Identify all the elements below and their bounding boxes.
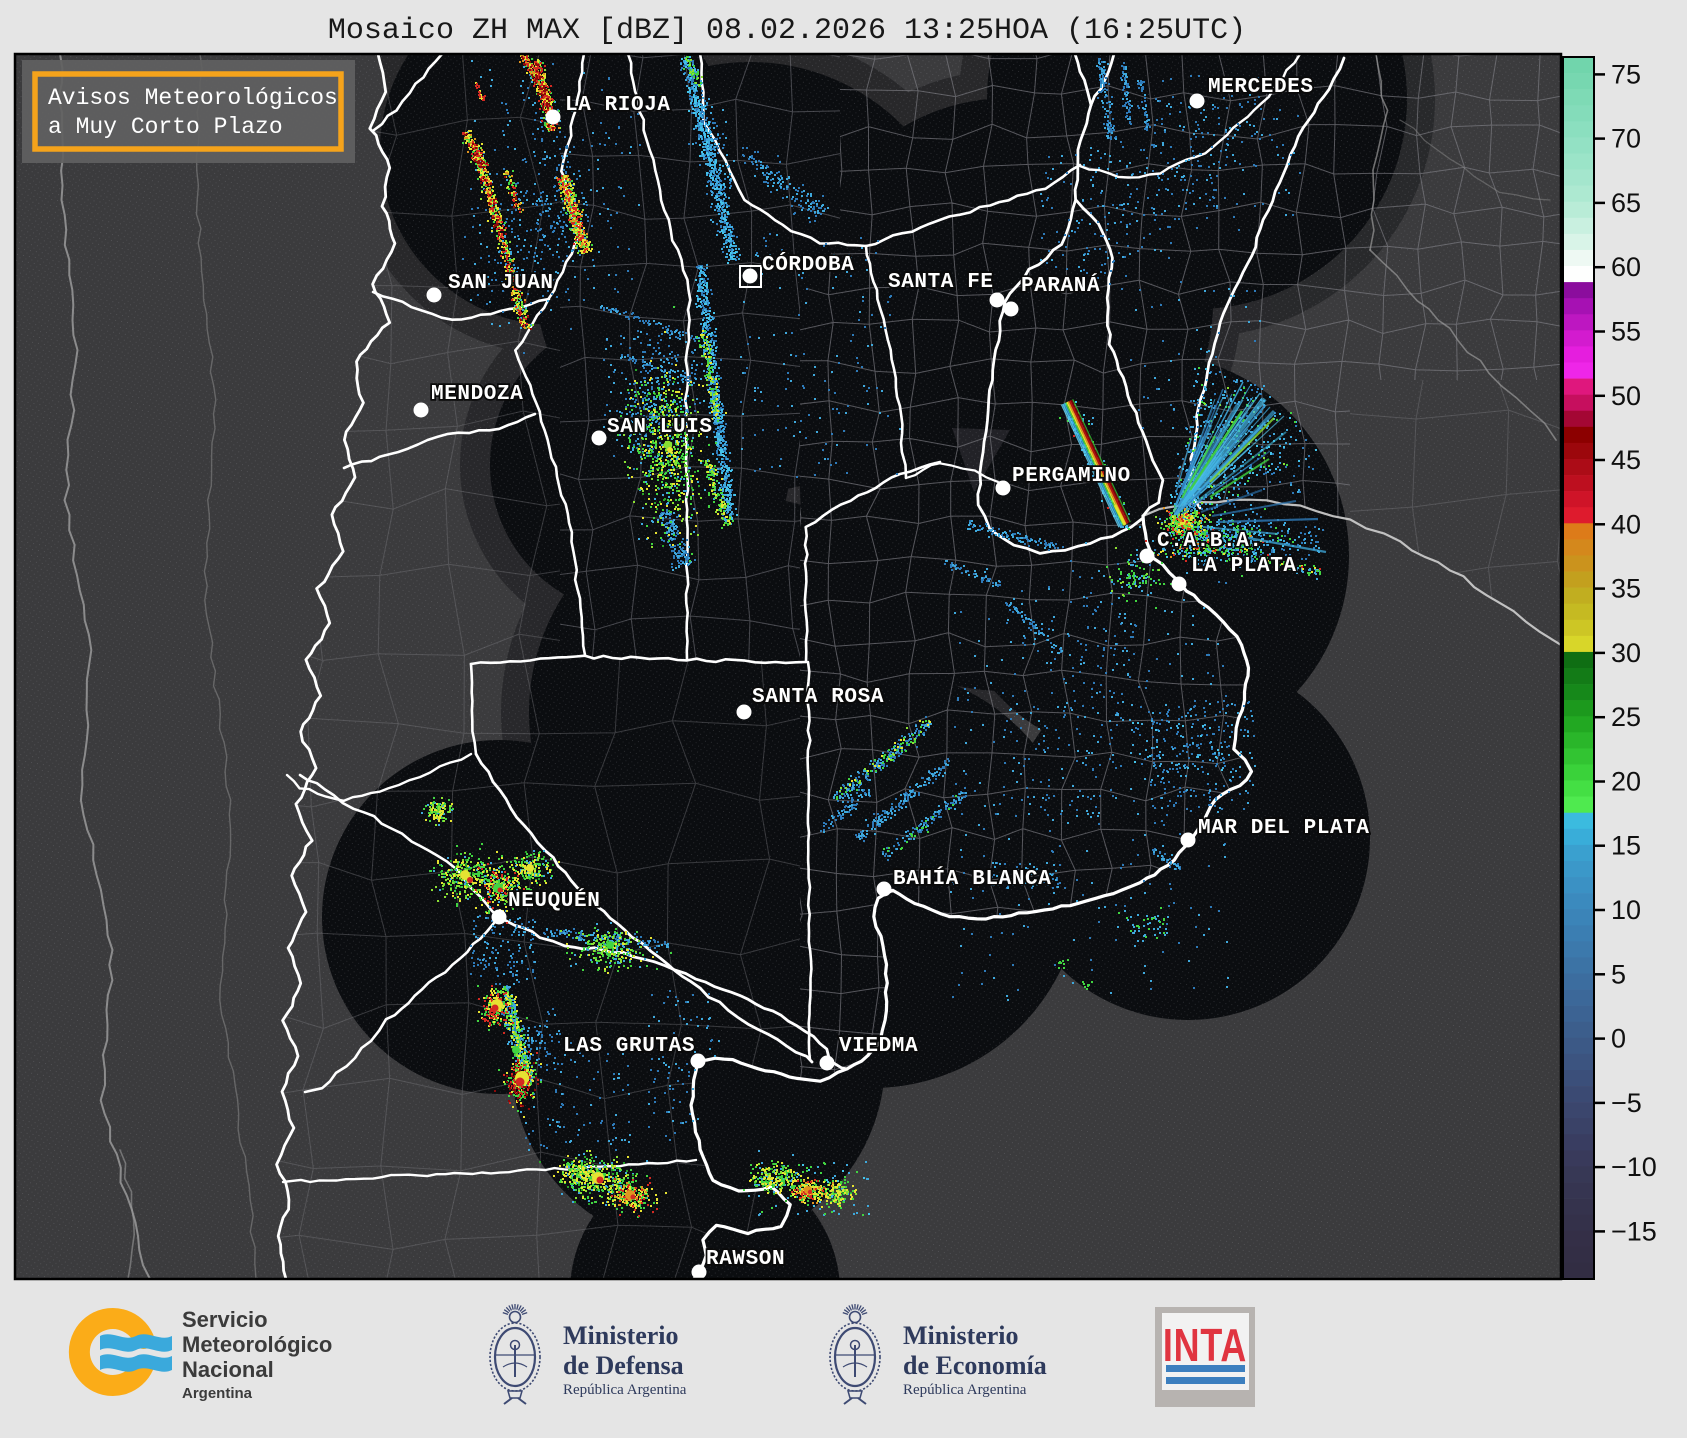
svg-text:SANTA ROSA: SANTA ROSA (752, 686, 884, 709)
svg-text:Servicio: Servicio (182, 1307, 268, 1332)
svg-text:Avisos Meteorológicos: Avisos Meteorológicos (48, 85, 338, 111)
svg-text:LA PLATA: LA PLATA (1191, 555, 1297, 578)
svg-text:SANTA FE: SANTA FE (888, 271, 994, 294)
svg-text:45: 45 (1611, 445, 1641, 475)
svg-text:0: 0 (1611, 1024, 1626, 1054)
svg-text:VIEDMA: VIEDMA (839, 1035, 918, 1058)
svg-text:CÓRDOBA: CÓRDOBA (762, 253, 854, 277)
svg-text:30: 30 (1611, 638, 1641, 668)
svg-text:Nacional: Nacional (182, 1357, 274, 1382)
svg-text:5: 5 (1611, 959, 1626, 989)
svg-text:Ministerio: Ministerio (563, 1321, 679, 1350)
svg-text:a Muy Corto Plazo: a Muy Corto Plazo (48, 114, 283, 140)
svg-text:SAN JUAN: SAN JUAN (448, 272, 554, 295)
svg-text:Ministerio: Ministerio (903, 1321, 1019, 1350)
svg-text:Mosaico ZH MAX [dBZ] 08.02.202: Mosaico ZH MAX [dBZ] 08.02.2026 13:25HOA… (328, 14, 1246, 48)
svg-text:INTA: INTA (1163, 1320, 1247, 1371)
svg-text:60: 60 (1611, 252, 1641, 282)
svg-text:65: 65 (1611, 188, 1641, 218)
svg-text:25: 25 (1611, 702, 1641, 732)
svg-text:RAWSON: RAWSON (706, 1248, 785, 1271)
svg-text:MENDOZA: MENDOZA (431, 383, 523, 406)
svg-text:PARANÁ: PARANÁ (1021, 274, 1100, 298)
svg-text:de Defensa: de Defensa (563, 1351, 684, 1380)
svg-text:MERCEDES: MERCEDES (1208, 76, 1314, 99)
svg-text:Meteorológico: Meteorológico (182, 1332, 332, 1357)
svg-text:República Argentina: República Argentina (903, 1382, 1027, 1398)
svg-text:de Economía: de Economía (903, 1351, 1047, 1380)
svg-text:−15: −15 (1611, 1216, 1657, 1246)
svg-text:MAR DEL PLATA: MAR DEL PLATA (1198, 817, 1370, 840)
svg-text:−10: −10 (1611, 1152, 1657, 1182)
svg-text:−5: −5 (1611, 1088, 1642, 1118)
svg-text:55: 55 (1611, 317, 1641, 347)
svg-text:50: 50 (1611, 381, 1641, 411)
svg-text:35: 35 (1611, 574, 1641, 604)
svg-text:BAHÍA BLANCA: BAHÍA BLANCA (893, 867, 1051, 891)
svg-text:70: 70 (1611, 124, 1641, 154)
svg-text:75: 75 (1611, 59, 1641, 89)
svg-text:PERGAMINO: PERGAMINO (1012, 465, 1131, 488)
svg-text:República Argentina: República Argentina (563, 1382, 687, 1398)
svg-text:20: 20 (1611, 767, 1641, 797)
svg-text:10: 10 (1611, 895, 1641, 925)
svg-text:LA RIOJA: LA RIOJA (565, 94, 671, 117)
svg-text:NEUQUÉN: NEUQUÉN (508, 889, 600, 913)
svg-text:SAN LUIS: SAN LUIS (607, 416, 713, 439)
svg-text:40: 40 (1611, 509, 1641, 539)
svg-text:15: 15 (1611, 831, 1641, 861)
svg-text:C.A.B.A.: C.A.B.A. (1157, 530, 1263, 553)
svg-text:LAS GRUTAS: LAS GRUTAS (563, 1035, 695, 1058)
svg-text:Argentina: Argentina (182, 1385, 253, 1402)
